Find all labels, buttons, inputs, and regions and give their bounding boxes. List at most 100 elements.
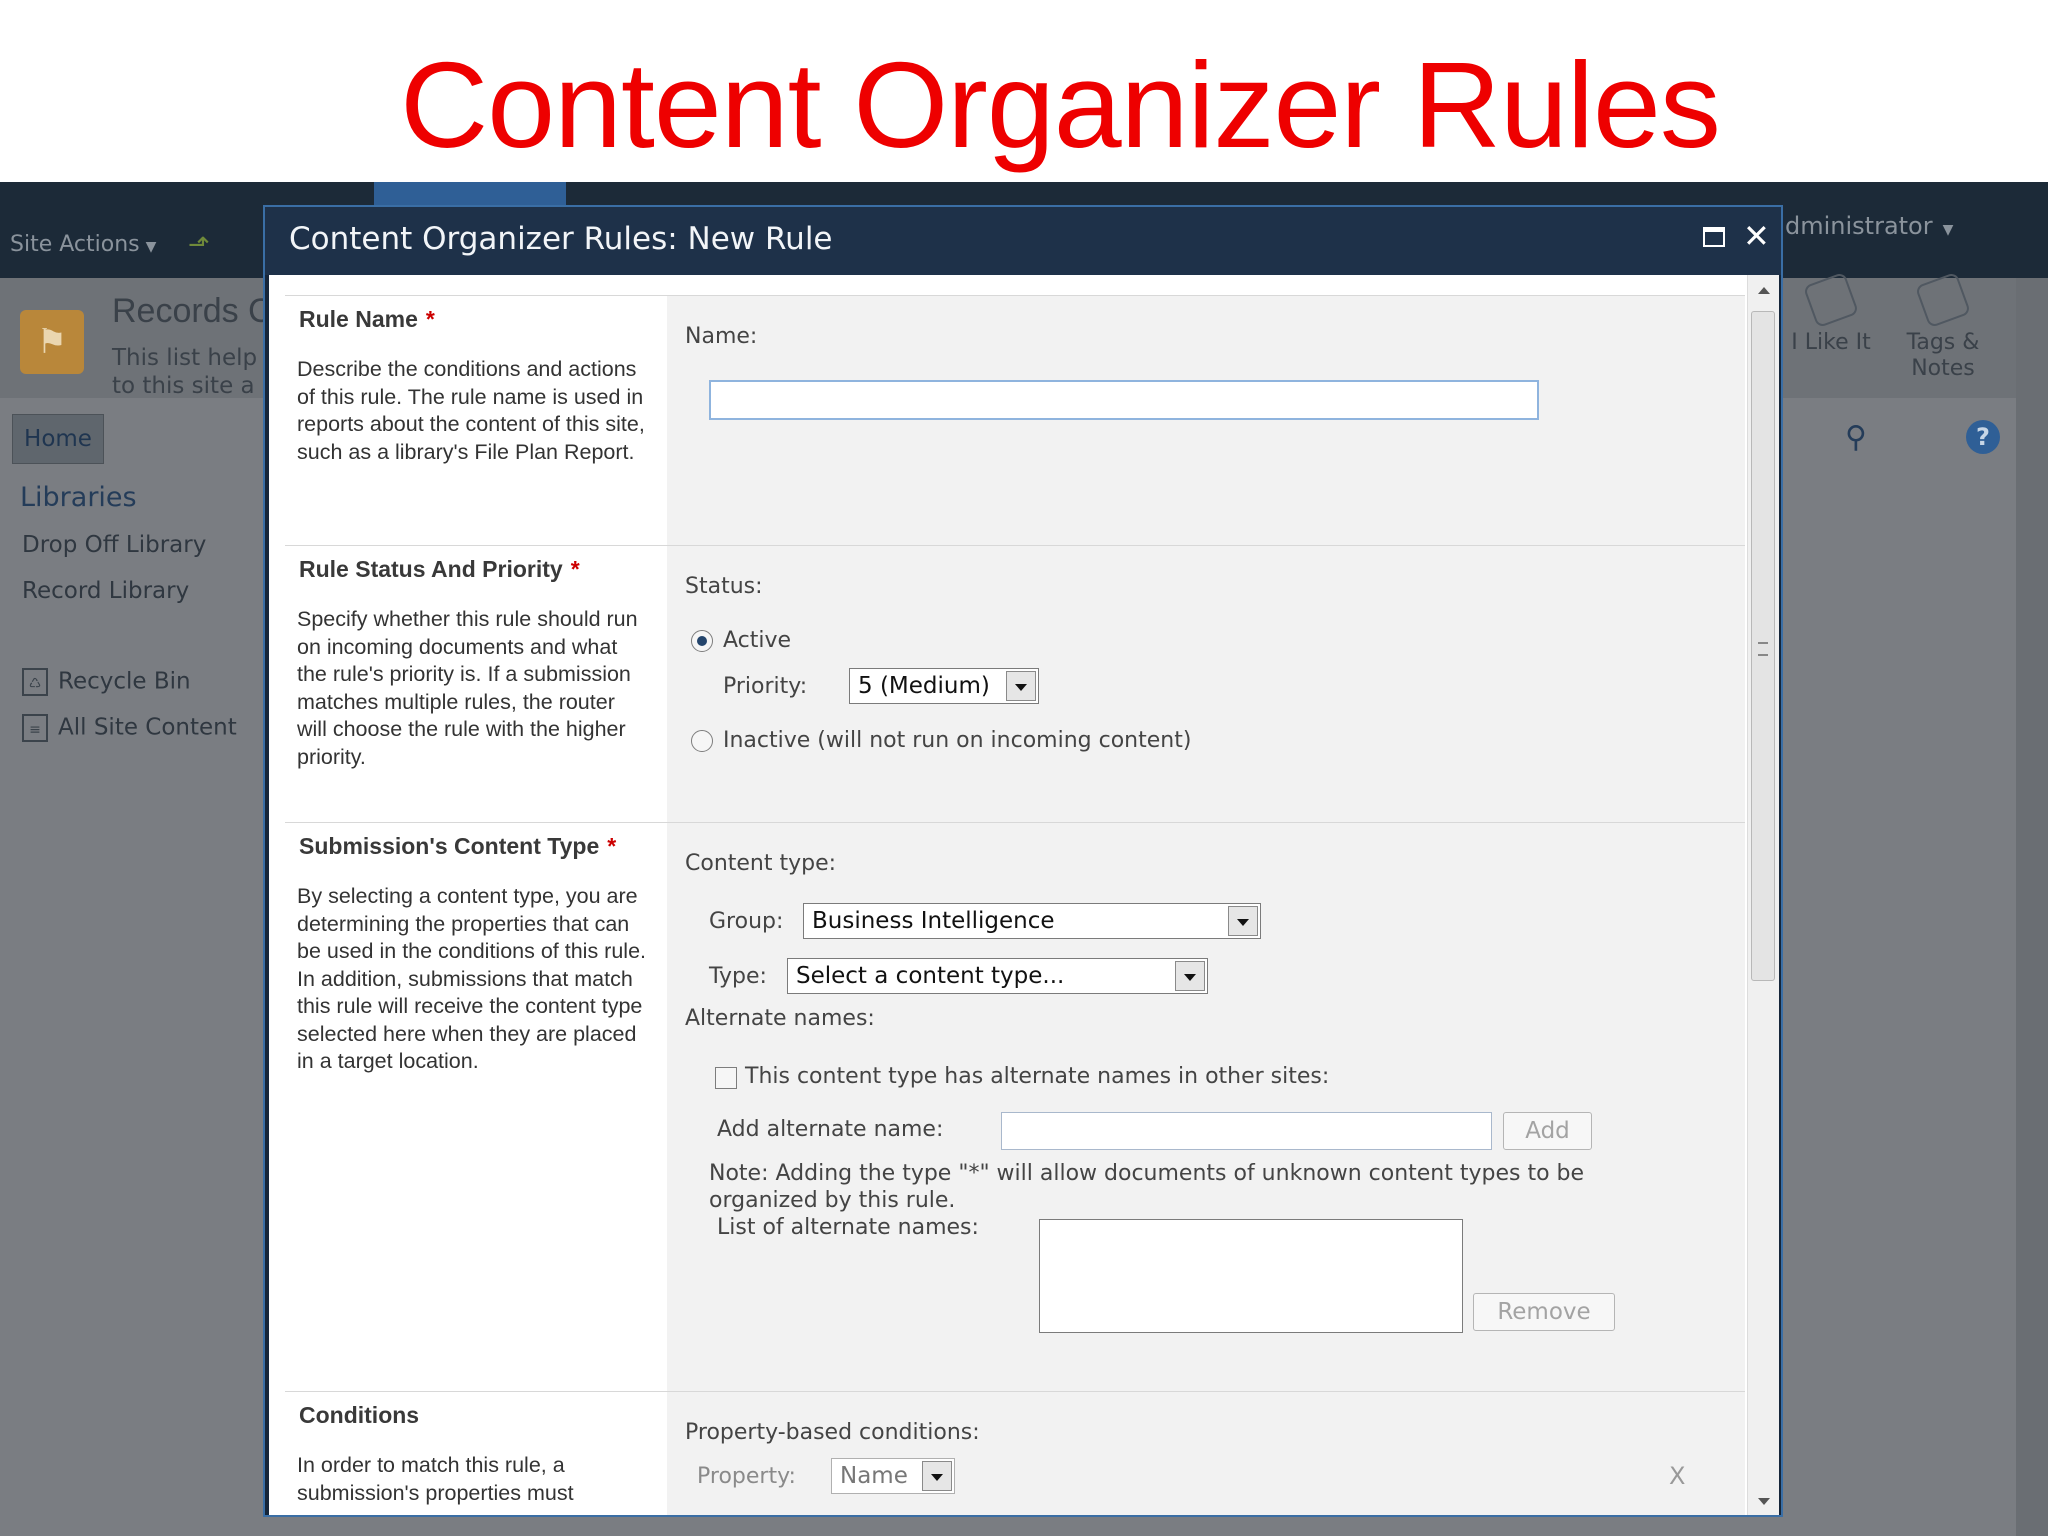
new-rule-dialog: Content Organizer Rules: New Rule ✕ Rule… <box>263 205 1783 1517</box>
scroll-down-icon[interactable] <box>1758 1498 1770 1505</box>
required-marker: * <box>570 556 580 582</box>
alternate-names-checkbox[interactable] <box>715 1067 737 1089</box>
grip-icon <box>1758 642 1768 656</box>
active-radio[interactable] <box>691 630 713 652</box>
note-line-1: Note: Adding the type "*" will allow doc… <box>709 1161 1585 1186</box>
tags-label: Tags & <box>1906 330 1980 355</box>
nav-item-drop-off-library[interactable]: Drop Off Library <box>22 532 206 558</box>
note-line-2: organized by this rule. <box>709 1188 956 1213</box>
inactive-label: Inactive (will not run on incoming conte… <box>723 728 1192 753</box>
required-marker: * <box>425 306 435 332</box>
description-line: In order to match this rule, a <box>297 1453 565 1477</box>
priority-value: 5 (Medium) <box>858 673 990 699</box>
section-left: Rule Status And Priority * Specify whethe… <box>285 546 667 823</box>
group-select[interactable]: Business Intelligence <box>803 903 1261 939</box>
i-like-it-label: I Like It <box>1791 330 1871 355</box>
section-left: Submission's Content Type * By selecting … <box>285 823 667 1392</box>
tag-smile-icon <box>1802 271 1860 329</box>
all-site-content-label: All Site Content <box>58 714 237 741</box>
section-right: Status: Active Priority: 5 (Medium) Inac… <box>667 546 1745 823</box>
tab-home[interactable]: Home <box>12 414 104 464</box>
list-tools-tab <box>374 182 566 206</box>
rule-name-input[interactable] <box>709 380 1539 420</box>
navigate-up-icon[interactable]: ⬏ <box>188 230 222 260</box>
i-like-it-button[interactable]: I Like It <box>1776 271 1886 356</box>
page-scrollbar <box>2016 278 2048 1536</box>
heading-text: Submission's Content Type <box>299 833 600 859</box>
nav-item-all-site-content[interactable]: ≡ All Site Content <box>22 714 237 742</box>
slide-title: Content Organizer Rules <box>400 37 1721 173</box>
user-menu[interactable]: dministrator ▼ <box>1785 212 1953 240</box>
maximize-icon[interactable] <box>1703 227 1725 247</box>
required-marker: * <box>607 833 617 859</box>
alternate-names-checkbox-label: This content type has alternate names in… <box>745 1064 1330 1089</box>
chevron-down-icon: ▼ <box>145 239 157 255</box>
site-actions-menu[interactable]: Site Actions ▼ <box>10 232 156 257</box>
dialog-body: Rule Name * Describe the conditions and a… <box>269 275 1779 1517</box>
section-heading: Rule Status And Priority * <box>299 556 580 583</box>
add-alternate-name-input[interactable] <box>1001 1112 1492 1150</box>
group-label: Group: <box>709 909 784 934</box>
inactive-radio[interactable] <box>691 730 713 752</box>
recycle-bin-label: Recycle Bin <box>58 668 191 695</box>
section-left: Rule Name * Describe the conditions and a… <box>285 296 667 546</box>
site-description: This list help to this site a <box>112 344 257 400</box>
group-value: Business Intelligence <box>812 908 1055 934</box>
chevron-down-icon <box>1175 961 1205 991</box>
add-button[interactable]: Add <box>1503 1112 1592 1150</box>
nav-heading-libraries[interactable]: Libraries <box>20 482 137 513</box>
section-heading: Rule Name * <box>299 306 435 333</box>
alternate-names-listbox[interactable] <box>1039 1219 1463 1333</box>
section-description: Specify whether this rule should run on … <box>297 607 638 769</box>
add-alternate-name-label: Add alternate name: <box>717 1117 944 1142</box>
site-logo-icon: ⚑ <box>20 310 84 374</box>
status-label: Status: <box>685 574 763 599</box>
content-type-label: Content type: <box>685 851 837 876</box>
document-icon: ≡ <box>22 714 48 742</box>
dialog-scrollbar[interactable] <box>1747 275 1779 1515</box>
chevron-down-icon <box>1228 906 1258 936</box>
chevron-down-icon: ▼ <box>1942 222 1954 238</box>
section-rule-name: Rule Name * Describe the conditions and a… <box>285 295 1745 546</box>
nav-item-record-library[interactable]: Record Library <box>22 578 189 604</box>
section-right: Name: <box>667 296 1745 546</box>
list-alternate-names-label: List of alternate names: <box>717 1215 979 1240</box>
remove-button[interactable]: Remove <box>1473 1293 1615 1331</box>
active-label: Active <box>723 628 792 653</box>
dialog-titlebar: Content Organizer Rules: New Rule ✕ <box>265 207 1781 275</box>
nav-item-recycle-bin[interactable]: ♺ Recycle Bin <box>22 668 191 696</box>
scroll-up-icon[interactable] <box>1758 287 1770 294</box>
tag-icon <box>1914 271 1972 329</box>
tags-notes-button[interactable]: Tags & Notes <box>1888 271 1998 382</box>
help-icon[interactable]: ? <box>1966 420 2000 454</box>
chevron-down-icon <box>922 1461 952 1491</box>
property-label: Property: <box>697 1464 796 1489</box>
site-title: Records C <box>112 292 273 330</box>
section-description: By selecting a content type, you are det… <box>297 884 646 1073</box>
type-value: Select a content type... <box>796 963 1065 989</box>
section-rule-status: Rule Status And Priority * Specify whethe… <box>285 545 1745 823</box>
property-conditions-label: Property-based conditions: <box>685 1420 980 1445</box>
dialog-title: Content Organizer Rules: New Rule <box>289 221 833 257</box>
section-description: In order to match this rule, a submissio… <box>297 1452 647 1507</box>
type-select[interactable]: Select a content type... <box>787 958 1208 994</box>
notes-label: Notes <box>1911 356 1975 381</box>
priority-select[interactable]: 5 (Medium) <box>849 668 1039 704</box>
section-right: Property-based conditions: Property: Nam… <box>667 1392 1745 1517</box>
chevron-down-icon <box>1006 671 1036 701</box>
remove-condition-icon[interactable]: X <box>1669 1462 1685 1490</box>
operator-select[interactable] <box>831 1516 1009 1517</box>
scroll-thumb[interactable] <box>1751 311 1775 981</box>
description-line: submission's properties must <box>297 1480 574 1505</box>
close-icon[interactable]: ✕ <box>1743 217 1770 255</box>
property-select[interactable]: Name <box>831 1458 955 1494</box>
property-value: Name <box>840 1463 908 1489</box>
heading-text: Rule Status And Priority <box>299 556 563 582</box>
alternate-names-label: Alternate names: <box>685 1006 875 1031</box>
section-right: Content type: Group: Business Intelligen… <box>667 823 1745 1392</box>
site-description-line: to this site a <box>112 373 255 399</box>
name-label: Name: <box>685 324 758 349</box>
site-actions-label: Site Actions <box>10 232 140 257</box>
search-icon[interactable]: ⚲ <box>1845 420 1867 455</box>
user-name: dministrator <box>1785 212 1933 240</box>
